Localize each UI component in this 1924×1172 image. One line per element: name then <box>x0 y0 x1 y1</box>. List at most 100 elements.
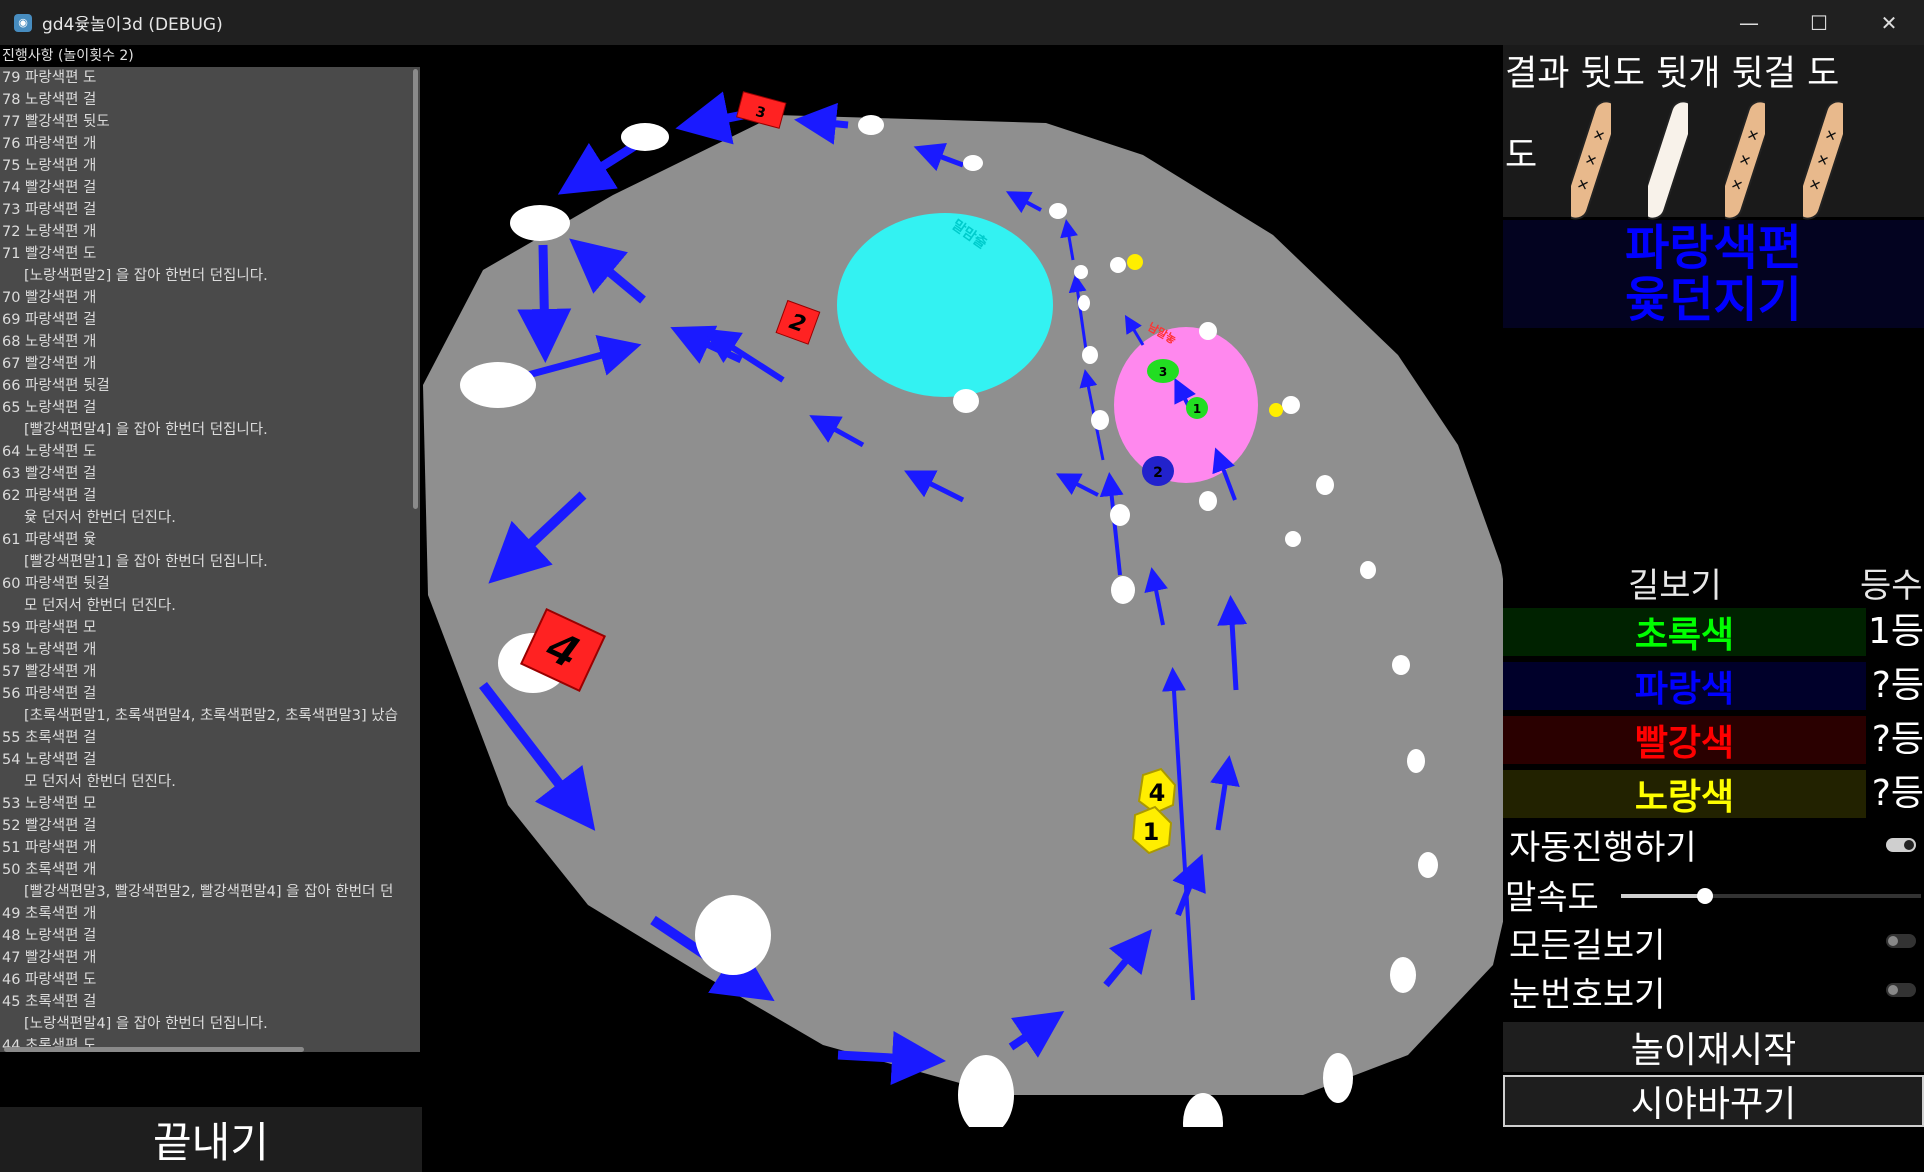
log-panel: 진행사항 (놀이횟수 2) 79 파랑색편 도 78 노랑색편 걸 77 빨강색… <box>0 45 422 1172</box>
show-all-paths-toggle[interactable] <box>1886 934 1916 948</box>
board-spot[interactable] <box>1078 295 1090 311</box>
board-spot[interactable] <box>1360 561 1376 579</box>
player-row-yellow[interactable]: 노랑색 ?등 <box>1503 770 1924 818</box>
board-spot[interactable] <box>1392 655 1410 675</box>
board-spot[interactable] <box>460 362 536 408</box>
board-spot[interactable] <box>1111 576 1135 604</box>
log-line: 모 던저서 한번더 던진다. <box>24 774 176 790</box>
board-spot[interactable] <box>1285 531 1301 547</box>
board-spot[interactable] <box>1074 265 1088 279</box>
board-spot[interactable] <box>1199 322 1217 340</box>
log-line: 65 노랑색편 걸 <box>2 400 97 416</box>
log-line: 54 노랑색편 걸 <box>2 752 97 768</box>
board-spot[interactable] <box>1082 346 1098 364</box>
player-row-blue[interactable]: 파랑색 ?등 <box>1503 662 1924 710</box>
log-horizontal-scrollbar[interactable] <box>4 1047 304 1052</box>
log-line: [노랑색편말2] 을 잡아 한번더 던집니다. <box>24 268 268 284</box>
log-line: 57 빨강색편 개 <box>2 664 97 680</box>
board-spot[interactable] <box>858 115 884 135</box>
board-spot[interactable] <box>963 155 983 171</box>
auto-play-toggle[interactable] <box>1886 838 1916 852</box>
blue-piece[interactable]: 2 <box>1142 456 1174 486</box>
log-line: 윷 던저서 한번더 던진다. <box>24 510 176 526</box>
board-spot[interactable] <box>953 389 979 413</box>
log-line: 79 파랑색편 도 <box>2 70 97 86</box>
current-action: 윷던지기 <box>1625 272 1802 328</box>
svg-text:2: 2 <box>1153 465 1163 481</box>
player-name[interactable]: 노랑색 <box>1503 770 1866 818</box>
green-piece-34[interactable]: 3 <box>1147 359 1179 383</box>
board-spot[interactable] <box>1407 749 1425 773</box>
log-line: 58 노랑색편 개 <box>2 642 97 658</box>
board-spot[interactable] <box>1418 852 1438 878</box>
change-view-button[interactable]: 시야바꾸기 <box>1503 1075 1924 1127</box>
throw-result-label: 결과 뒷도 뒷개 뒷걸 도 <box>1505 54 1840 94</box>
board-spot[interactable] <box>1199 491 1217 511</box>
board-spot[interactable] <box>1316 475 1334 495</box>
board-spot[interactable] <box>1091 410 1109 430</box>
board-spot[interactable] <box>1323 1053 1353 1103</box>
show-all-paths-label: 모든길보기 <box>1509 926 1666 966</box>
board-spot[interactable] <box>510 205 570 241</box>
quit-button[interactable]: 끝내기 <box>0 1107 422 1172</box>
log-line: 61 파랑색편 윷 <box>2 532 97 548</box>
log-vertical-scrollbar[interactable] <box>413 69 418 509</box>
svg-text:1: 1 <box>1143 818 1160 846</box>
svg-text:1: 1 <box>1193 402 1201 416</box>
show-spot-numbers-toggle[interactable] <box>1886 983 1916 997</box>
log-line: 69 파랑색편 걸 <box>2 312 97 328</box>
log-line: 60 파랑색편 뒷걸 <box>2 576 110 592</box>
log-line: [빨강색편말1] 을 잡아 한번더 던집니다. <box>24 554 268 570</box>
log-line: 47 빨강색편 개 <box>2 950 97 966</box>
log-line: 45 초록색편 걸 <box>2 994 97 1010</box>
board-spot[interactable] <box>1110 257 1126 273</box>
minimize-button[interactable]: — <box>1714 0 1784 45</box>
yellow-piece-small[interactable] <box>1127 254 1143 270</box>
log-line: [노랑색편말4] 을 잡아 한번더 던집니다. <box>24 1016 268 1032</box>
yut-stick-back-icon: ✕ ✕ ✕ <box>1803 100 1843 220</box>
path-arrow <box>675 91 744 145</box>
window-title: gd4윷놀이3d (DEBUG) <box>42 15 223 35</box>
throw-result-box: 결과 뒷도 뒷개 뒷걸 도 도 ✕ ✕ ✕ ✕ ✕ ✕ ✕ ✕ ✕ <box>1503 45 1924 220</box>
piece-speed-grabber[interactable] <box>1697 888 1713 904</box>
log-line: 66 파랑색편 뒷걸 <box>2 378 110 394</box>
log-line: 68 노랑색편 개 <box>2 334 97 350</box>
player-row-green[interactable]: 초록색 1등 <box>1503 608 1924 656</box>
board-spot[interactable] <box>621 123 669 151</box>
throw-result-value: 도 <box>1505 136 1538 176</box>
red-piece-3[interactable]: 3 <box>736 91 787 129</box>
maximize-button[interactable]: ☐ <box>1784 0 1854 45</box>
board-spot[interactable] <box>1183 1093 1223 1153</box>
board-spot[interactable] <box>1282 396 1300 414</box>
path-arrow <box>517 244 572 363</box>
restart-button[interactable]: 놀이재시작 <box>1503 1022 1924 1072</box>
log-line: 72 노랑색편 개 <box>2 224 97 240</box>
player-name[interactable]: 빨강색 <box>1503 716 1866 764</box>
player-row-red[interactable]: 빨강색 ?등 <box>1503 716 1924 764</box>
log-list[interactable]: 79 파랑색편 도 78 노랑색편 걸 77 빨강색편 뒷도 76 파랑색편 개… <box>0 67 420 1052</box>
log-line: [빨강색편말4] 을 잡아 한번더 던집니다. <box>24 422 268 438</box>
log-header: 진행사항 (놀이횟수 2) <box>0 45 422 67</box>
green-piece-1[interactable]: 1 <box>1186 397 1208 419</box>
yellow-piece-small[interactable] <box>1269 403 1283 417</box>
board-spot[interactable] <box>1110 504 1130 526</box>
log-line: 64 노랑색편 도 <box>2 444 97 460</box>
close-button[interactable]: ✕ <box>1854 0 1924 45</box>
log-line: 59 파랑색편 모 <box>2 620 97 636</box>
board-spot[interactable] <box>1390 957 1416 993</box>
board-spot[interactable] <box>1049 203 1067 219</box>
log-line: 63 빨강색편 걸 <box>2 466 97 482</box>
player-name[interactable]: 초록색 <box>1503 608 1866 656</box>
game-board-view[interactable]: 말맘출 남말놓 4 2 3 4 1 3 1 2 <box>423 45 1523 1153</box>
log-line: 62 파랑색편 걸 <box>2 488 97 504</box>
title-bar: ◉ gd4윷놀이3d (DEBUG) — ☐ ✕ <box>0 0 1924 45</box>
log-line: 모 던저서 한번더 던진다. <box>24 598 176 614</box>
board-spot[interactable] <box>695 895 771 975</box>
player-rank: ?등 <box>1871 665 1924 706</box>
log-line: 77 빨강색편 뒷도 <box>2 114 110 130</box>
log-line: 74 빨강색편 걸 <box>2 180 97 196</box>
right-panel: 결과 뒷도 뒷개 뒷걸 도 도 ✕ ✕ ✕ ✕ ✕ ✕ ✕ ✕ ✕ 파랑색편 윷… <box>1503 45 1924 1127</box>
piece-speed-slider[interactable] <box>1621 888 1921 904</box>
svg-text:3: 3 <box>1159 365 1167 379</box>
player-name[interactable]: 파랑색 <box>1503 662 1866 710</box>
